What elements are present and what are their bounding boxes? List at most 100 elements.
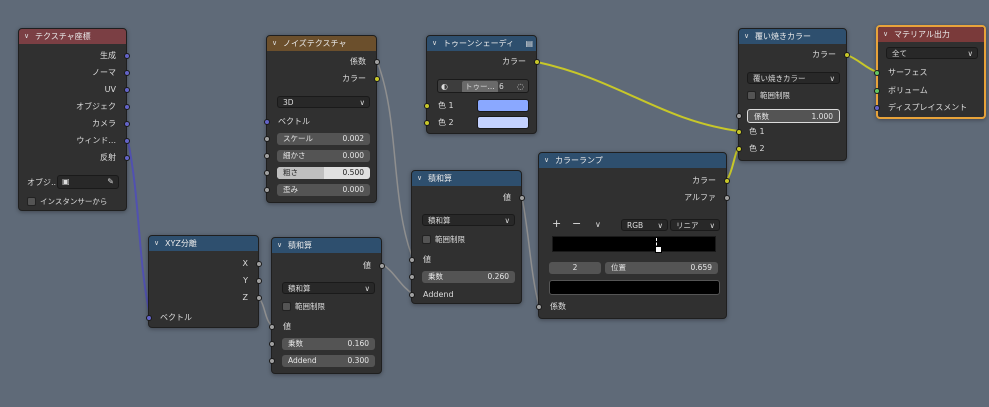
chevron-down-icon[interactable]: ∨	[744, 29, 749, 44]
separate-xyz-node[interactable]: ∨ XYZ分離 X Y Z ベクトル	[146, 235, 262, 328]
math1-header[interactable]: ∨ 積和算	[272, 238, 381, 253]
socket-alpha-out[interactable]	[724, 195, 730, 201]
material-output-node[interactable]: ∨ マテリアル出力 全て ∨ サーフェス ボリューム ディスプレイスメント	[874, 25, 986, 119]
socket-vector-in[interactable]	[146, 315, 152, 321]
chevron-down-icon[interactable]: ∨	[432, 36, 437, 51]
socket-x[interactable]	[256, 261, 262, 267]
sep-header[interactable]: ∨ XYZ分離	[149, 236, 258, 251]
color-ramp-gradient[interactable]	[552, 236, 716, 252]
remove-stop-button[interactable]: −	[572, 218, 581, 230]
mix-header[interactable]: ∨ 覆い焼きカラー	[739, 29, 846, 44]
socket-value-out[interactable]	[379, 263, 385, 269]
texcoord-node[interactable]: ∨ テクスチャ座標 生成 ノーマ UV オブジェク カメラ ウィンド... 反射 …	[18, 28, 130, 211]
chevron-down-icon[interactable]: ∨	[272, 36, 277, 51]
multiply-add-node-2[interactable]: ∨ 積和算 値 積和算 ∨ 範囲制限 値 乗数 0.260 Addend	[409, 170, 525, 304]
ramp-header[interactable]: ∨ カラーランプ	[539, 153, 726, 168]
socket-window[interactable]	[124, 138, 130, 144]
socket-value-in[interactable]	[269, 324, 275, 330]
chevron-down-icon[interactable]: ∨	[883, 27, 888, 42]
noise-texture-node[interactable]: ∨ ノイズテクスチャ 係数 カラー 3D ∨ ベクトル スケール 0.002 細かさ 0…	[264, 35, 380, 203]
distortion-field[interactable]: 歪み 0.000	[277, 184, 370, 196]
socket-scale[interactable]	[264, 136, 270, 142]
clamp-checkbox[interactable]: 範囲制限	[422, 235, 465, 245]
color1-swatch[interactable]	[477, 99, 529, 112]
socket-distortion[interactable]	[264, 187, 270, 193]
socket-color1[interactable]	[424, 103, 430, 109]
socket-reflection[interactable]	[124, 155, 130, 161]
clamp-checkbox[interactable]: 範囲制限	[747, 91, 790, 101]
socket-factor-in[interactable]	[536, 304, 542, 310]
socket-roughness[interactable]	[264, 170, 270, 176]
socket-factor[interactable]	[374, 59, 380, 65]
socket-y[interactable]	[256, 278, 262, 284]
socket-color[interactable]	[374, 76, 380, 82]
chevron-down-icon[interactable]: ∨	[544, 153, 549, 168]
toon-shading-node[interactable]: ∨ トゥーンシェーディ ▤ カラー ◐ トゥー... 6 ◌ 色 1 色 2	[424, 35, 540, 134]
socket-factor[interactable]	[736, 113, 742, 119]
socket-value-in[interactable]	[409, 257, 415, 263]
interpolation-dropdown[interactable]: リニア ∨	[670, 219, 720, 231]
socket-uv[interactable]	[124, 87, 130, 93]
chevron-down-icon: ∨	[829, 74, 836, 83]
socket-vector[interactable]	[264, 119, 270, 125]
ramp-menu-button[interactable]: ∨	[595, 219, 601, 231]
instancer-checkbox[interactable]: インスタンサーから	[27, 197, 107, 207]
multiplier-field[interactable]: 乗数 0.260	[422, 271, 515, 283]
socket-volume[interactable]	[874, 88, 880, 94]
socket-generated[interactable]	[124, 53, 130, 59]
eyedropper-icon[interactable]: ✎	[107, 176, 114, 188]
operation-dropdown[interactable]: 積和算 ∨	[282, 282, 375, 294]
clamp-checkbox[interactable]: 範囲制限	[282, 302, 325, 312]
socket-surface[interactable]	[874, 70, 880, 76]
factor-field[interactable]: 係数 1.000	[747, 109, 840, 123]
addend-field[interactable]: Addend 0.300	[282, 355, 375, 367]
socket-addend[interactable]	[269, 358, 275, 364]
socket-displacement[interactable]	[874, 105, 880, 111]
socket-color1[interactable]	[736, 129, 742, 135]
noise-header[interactable]: ∨ ノイズテクスチャ	[267, 36, 376, 51]
socket-normal[interactable]	[124, 70, 130, 76]
socket-color2[interactable]	[424, 120, 430, 126]
node-group-icon[interactable]: ▤	[525, 36, 533, 51]
texcoord-header[interactable]: ∨ テクスチャ座標	[19, 29, 126, 44]
chevron-down-icon[interactable]: ∨	[417, 171, 422, 186]
dimension-dropdown[interactable]: 3D ∨	[277, 96, 370, 108]
socket-object[interactable]	[124, 104, 130, 110]
socket-value-out[interactable]	[519, 195, 525, 201]
object-picker[interactable]: ▣ ✎	[57, 175, 119, 189]
socket-z[interactable]	[256, 295, 262, 301]
mix-dodge-node[interactable]: ∨ 覆い焼きカラー カラー 覆い焼きカラー ∨ 範囲制限 係数 1.000 色 1 色…	[736, 28, 850, 161]
output-header[interactable]: ∨ マテリアル出力	[878, 27, 984, 42]
blend-mode-dropdown[interactable]: 覆い焼きカラー ∨	[747, 72, 840, 84]
multiplier-field[interactable]: 乗数 0.160	[282, 338, 375, 350]
detail-field[interactable]: 細かさ 0.000	[277, 150, 370, 162]
operation-dropdown[interactable]: 積和算 ∨	[422, 214, 515, 226]
socket-color2[interactable]	[736, 146, 742, 152]
multiply-add-node-1[interactable]: ∨ 積和算 値 積和算 ∨ 範囲制限 値 乗数 0.160 Addend 0.300	[269, 237, 385, 374]
chevron-down-icon[interactable]: ∨	[24, 29, 29, 44]
socket-camera[interactable]	[124, 121, 130, 127]
math2-header[interactable]: ∨ 積和算	[412, 171, 521, 186]
color-ramp-node[interactable]: ∨ カラーランプ カラー アルファ + − ∨ RGB ∨ リニア ∨ 2 位置 0.6…	[536, 152, 730, 319]
socket-color-out[interactable]	[844, 52, 850, 58]
toon-header[interactable]: ∨ トゥーンシェーディ ▤	[427, 36, 536, 51]
scale-field[interactable]: スケール 0.002	[277, 133, 370, 145]
socket-detail[interactable]	[264, 153, 270, 159]
stop-index-field[interactable]: 2	[549, 262, 601, 274]
socket-addend[interactable]	[409, 292, 415, 298]
color2-swatch[interactable]	[477, 116, 529, 129]
color-mode-dropdown[interactable]: RGB ∨	[621, 219, 668, 231]
stop-color-swatch[interactable]	[549, 280, 720, 295]
socket-multiplier[interactable]	[269, 341, 275, 347]
roughness-field[interactable]: 粗さ 0.500	[277, 167, 370, 179]
target-dropdown[interactable]: 全て ∨	[886, 47, 978, 59]
chevron-down-icon[interactable]: ∨	[154, 236, 159, 251]
ramp-stop-marker[interactable]	[655, 246, 662, 253]
socket-color-out[interactable]	[534, 59, 540, 65]
socket-color-out[interactable]	[724, 178, 730, 184]
add-stop-button[interactable]: +	[552, 218, 561, 230]
chevron-down-icon[interactable]: ∨	[277, 238, 282, 253]
stop-position-field[interactable]: 位置 0.659	[605, 262, 718, 274]
socket-multiplier[interactable]	[409, 274, 415, 280]
toon-mode-selector[interactable]: ◐ トゥー... 6 ◌	[437, 79, 529, 93]
